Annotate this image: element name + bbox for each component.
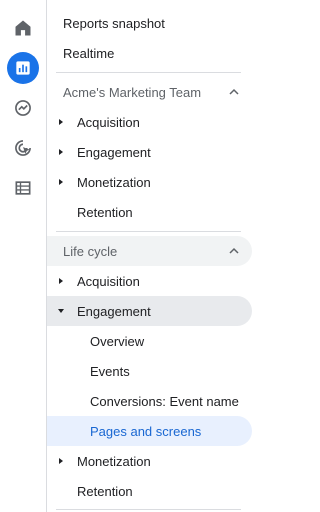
nav-item-label: Engagement [77,144,151,160]
caret-right-icon [56,107,66,137]
explore-button[interactable] [7,92,39,124]
caret-right-icon [56,137,66,167]
nav-item-label: Pages and screens [90,423,202,439]
chevron-up-icon [229,247,239,254]
caret-right-icon [56,446,66,476]
nav-item-label: Reports snapshot [63,15,165,31]
collection-title: Acme's Marketing Team [63,84,202,100]
nav-item-label: Retention [77,204,133,220]
nav-item-label: Events [90,363,130,379]
advertising-icon [15,140,31,156]
collection-header-life-cycle[interactable]: Life cycle [47,236,252,266]
nav-item-label: Acquisition [77,114,140,130]
nav-item-label: Monetization [77,453,151,469]
explore-icon [15,100,31,116]
nav-subitem-events[interactable]: Events [47,356,252,386]
nav-item-monetization[interactable]: Monetization [47,167,252,197]
configure-button[interactable] [7,172,39,204]
caret-right-icon [56,266,66,296]
advertising-button[interactable] [7,132,39,164]
nav-item-engagement[interactable]: Engagement [47,137,252,167]
nav-item-label: Acquisition [77,273,140,289]
caret-down-icon [56,296,66,326]
nav-item-acquisition[interactable]: Acquisition [47,107,252,137]
nav-subitem-overview[interactable]: Overview [47,326,252,356]
nav-item-label: Retention [77,483,133,499]
divider [56,72,241,73]
collection-title: Life cycle [63,243,118,259]
nav-item-label: Monetization [77,174,151,190]
configure-icon [15,181,31,195]
divider [56,509,241,510]
nav-item-label: Engagement [77,303,151,319]
nav-item-label: Conversions: Event name [90,393,239,409]
reports-nav: Reports snapshot Realtime Acme's Marketi… [47,0,295,512]
home-button[interactable] [7,12,39,44]
caret-right-icon [56,167,66,197]
nav-subitem-conversions[interactable]: Conversions: Event name [47,386,252,416]
nav-realtime[interactable]: Realtime [47,38,295,68]
divider [56,231,241,232]
reports-icon [16,61,30,75]
nav-item-acquisition[interactable]: Acquisition [47,266,252,296]
nav-item-label: Realtime [63,45,115,61]
collection-header-marketing[interactable]: Acme's Marketing Team [47,77,252,107]
nav-item-label: Overview [90,333,145,349]
nav-item-monetization[interactable]: Monetization [47,446,252,476]
nav-item-engagement-expanded[interactable]: Engagement [47,296,252,326]
home-icon [15,20,31,36]
nav-subitem-pages-and-screens[interactable]: Pages and screens [47,416,252,446]
nav-item-retention[interactable]: Retention [47,197,252,227]
chevron-up-icon [229,88,239,95]
reports-button[interactable] [7,52,39,84]
icon-rail [0,0,47,512]
nav-item-retention[interactable]: Retention [47,476,252,506]
nav-reports-snapshot[interactable]: Reports snapshot [47,8,295,38]
